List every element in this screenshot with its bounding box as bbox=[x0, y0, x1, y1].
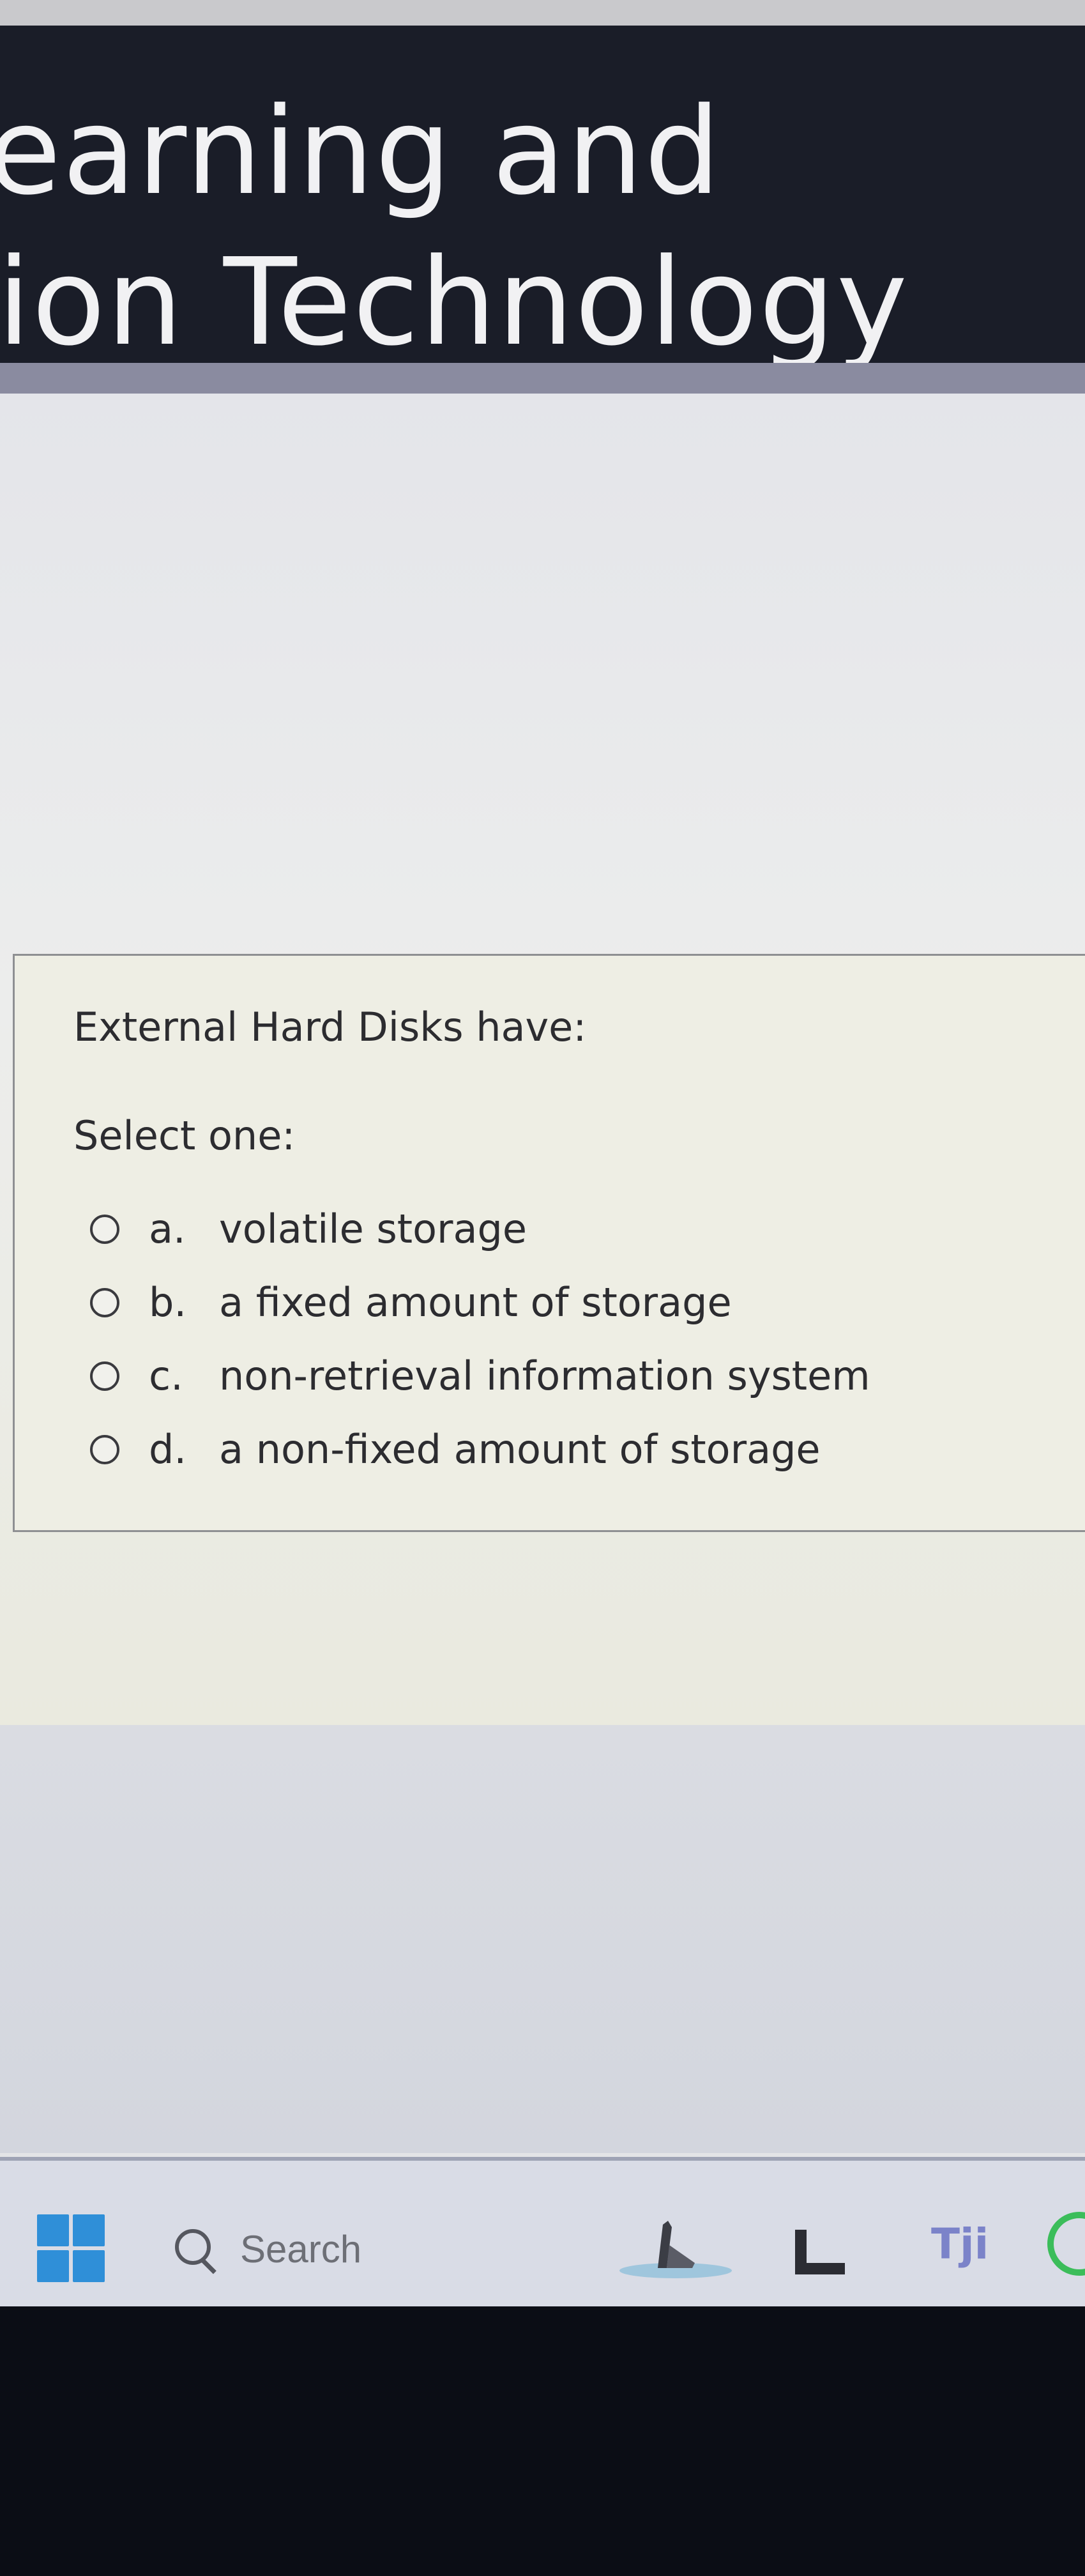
windows-start-icon[interactable] bbox=[37, 2214, 105, 2282]
answer-options: a. volatile storage b. a fixed amount of… bbox=[90, 1192, 1048, 1486]
option-text: volatile storage bbox=[219, 1206, 527, 1252]
question-text: External Hard Disks have: bbox=[73, 1004, 587, 1050]
site-title-line-2: tion Technology bbox=[0, 233, 909, 363]
question-card: External Hard Disks have: Select one: a.… bbox=[13, 954, 1085, 1532]
taskbar-search[interactable]: Search bbox=[172, 2211, 530, 2287]
radio-button[interactable] bbox=[90, 1361, 119, 1391]
screen: earning and tion Technology External Har… bbox=[0, 0, 1085, 2306]
option-text: a fixed amount of storage bbox=[219, 1279, 732, 1326]
select-one-label: Select one: bbox=[73, 1112, 296, 1159]
site-title-line-1: earning and bbox=[0, 82, 722, 222]
radio-button[interactable] bbox=[90, 1434, 119, 1464]
option-d[interactable]: d. a non-fixed amount of storage bbox=[90, 1413, 1048, 1486]
option-letter: a. bbox=[149, 1206, 186, 1252]
whatsapp-icon[interactable] bbox=[1047, 2212, 1085, 2276]
option-letter: c. bbox=[149, 1353, 183, 1399]
search-icon bbox=[172, 2227, 217, 2271]
monitor-bottom-bezel bbox=[0, 2306, 1085, 2576]
taskbar: Search Tji bbox=[0, 2157, 1085, 2306]
site-title: earning and tion Technology bbox=[0, 77, 909, 363]
option-letter: d. bbox=[149, 1426, 187, 1473]
nav-strip bbox=[0, 363, 1085, 394]
option-c[interactable]: c. non-retrieval information system bbox=[90, 1339, 1048, 1413]
option-a[interactable]: a. volatile storage bbox=[90, 1192, 1048, 1266]
site-header: earning and tion Technology bbox=[0, 26, 1085, 363]
option-text: non-retrieval information system bbox=[219, 1353, 870, 1399]
radio-button[interactable] bbox=[90, 1214, 119, 1244]
search-label: Search bbox=[240, 2227, 362, 2271]
monitor-top-bezel bbox=[0, 0, 1085, 26]
radio-button[interactable] bbox=[90, 1287, 119, 1317]
option-text: a non-fixed amount of storage bbox=[219, 1426, 821, 1473]
teams-icon[interactable]: Tji bbox=[931, 2220, 989, 2269]
widgets-icon[interactable] bbox=[618, 2212, 733, 2282]
page-lower-area bbox=[0, 1725, 1085, 2153]
option-b[interactable]: b. a fixed amount of storage bbox=[90, 1266, 1048, 1339]
option-letter: b. bbox=[149, 1279, 187, 1326]
task-view-icon[interactable] bbox=[795, 2230, 845, 2274]
